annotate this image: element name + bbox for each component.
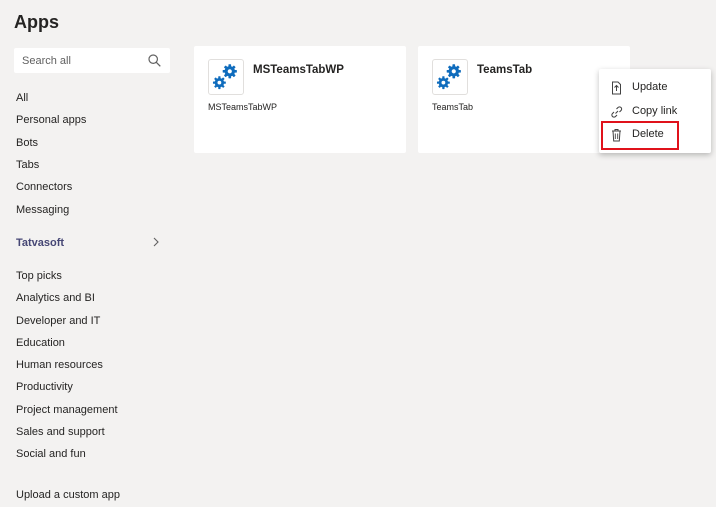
nav-item-analytics[interactable]: Analytics and BI — [16, 292, 95, 304]
search-icon[interactable] — [148, 54, 161, 67]
chevron-right-icon[interactable] — [151, 236, 161, 248]
nav-item-sales[interactable]: Sales and support — [16, 426, 105, 438]
nav-item-tabs[interactable]: Tabs — [16, 159, 39, 171]
nav-item-org[interactable]: Tatvasoft — [16, 237, 64, 249]
app-card[interactable]: MSTeamsTabWP MSTeamsTabWP — [194, 46, 406, 153]
app-subtitle: MSTeamsTabWP — [208, 102, 278, 112]
menu-item-copy-link[interactable]: Copy link — [599, 101, 711, 123]
nav-item-messaging[interactable]: Messaging — [16, 204, 69, 216]
app-icon — [432, 59, 468, 95]
upload-custom-app-link[interactable]: Upload a custom app — [16, 489, 120, 501]
nav-item-bots[interactable]: Bots — [16, 137, 38, 149]
nav-item-project-management[interactable]: Project management — [16, 404, 118, 416]
nav-item-social[interactable]: Social and fun — [16, 448, 86, 460]
nav-item-productivity[interactable]: Productivity — [16, 381, 73, 393]
update-icon — [612, 81, 621, 95]
nav-item-top-picks[interactable]: Top picks — [16, 270, 62, 282]
search-box[interactable] — [14, 48, 170, 73]
gear-icon — [436, 64, 461, 90]
app-icon — [208, 59, 244, 95]
nav-item-connectors[interactable]: Connectors — [16, 181, 72, 193]
nav-item-education[interactable]: Education — [16, 337, 65, 349]
app-subtitle: TeamsTab — [432, 102, 474, 112]
menu-item-update[interactable]: Update — [599, 77, 711, 99]
link-icon — [611, 106, 623, 118]
nav-item-all[interactable]: All — [16, 92, 28, 104]
search-input[interactable] — [14, 48, 144, 73]
menu-item-label: Update — [632, 81, 668, 93]
nav-item-developer[interactable]: Developer and IT — [16, 315, 100, 327]
menu-item-label: Copy link — [632, 105, 678, 117]
app-name: TeamsTab — [477, 64, 533, 76]
page-title: Apps — [14, 12, 59, 32]
nav-item-human-resources[interactable]: Human resources — [16, 359, 103, 371]
gear-icon — [212, 64, 237, 90]
nav-item-personal-apps[interactable]: Personal apps — [16, 114, 86, 126]
delete-highlight-box — [601, 121, 679, 150]
app-name: MSTeamsTabWP — [253, 64, 344, 76]
